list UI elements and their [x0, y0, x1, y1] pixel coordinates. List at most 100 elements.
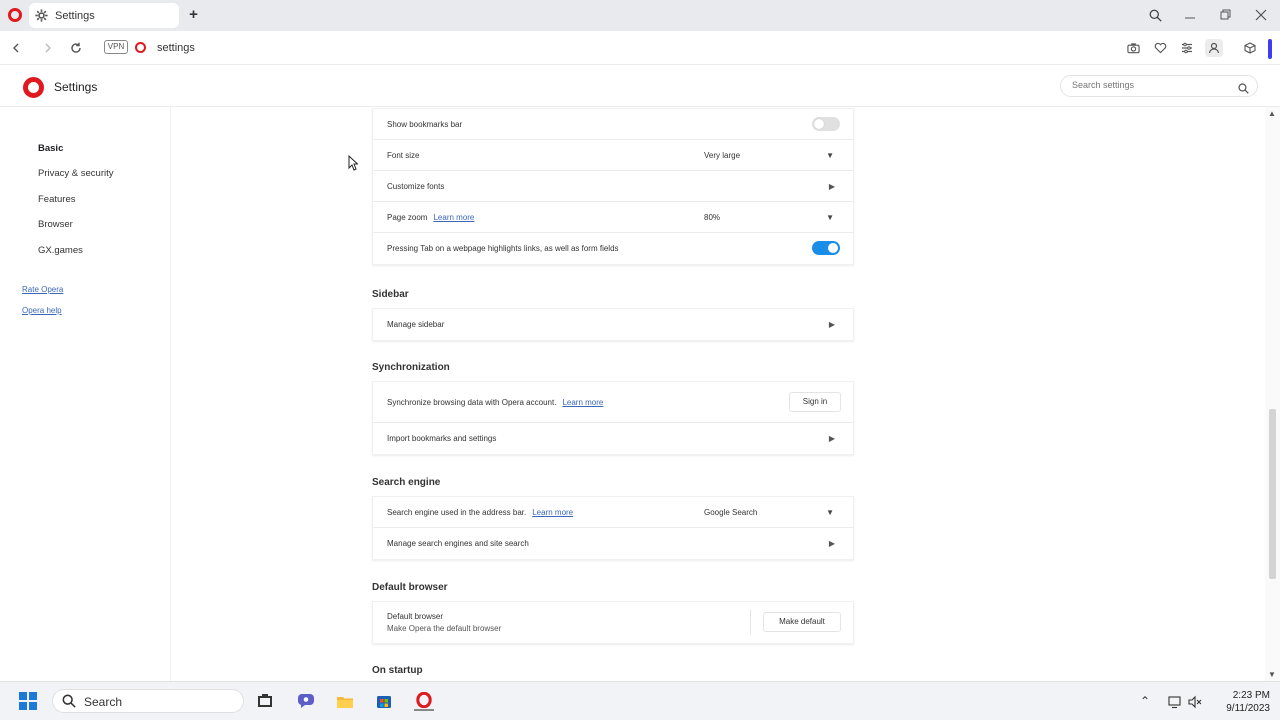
search-engine-value: Google Search — [704, 508, 758, 517]
network-icon[interactable] — [1165, 692, 1185, 712]
sidebar-accent-bar — [1268, 39, 1272, 59]
page-zoom-label: Page zoom — [387, 213, 428, 222]
sidebar-item-privacy-security[interactable]: Privacy & security — [38, 168, 114, 179]
page-zoom-learn-more-link[interactable]: Learn more — [433, 213, 474, 222]
chevron-right-icon: ▶ — [828, 539, 835, 548]
task-view-icon[interactable] — [255, 691, 275, 711]
scrollbar-thumb[interactable] — [1269, 409, 1276, 579]
search-engine-label-wrap: Search engine used in the address bar. Le… — [387, 508, 573, 517]
heart-icon[interactable] — [1152, 40, 1168, 56]
page-zoom-select[interactable]: 80% ▼ — [698, 209, 838, 226]
rate-opera-link[interactable]: Rate Opera — [22, 285, 63, 294]
extensions-cube-icon[interactable] — [1242, 40, 1258, 56]
page-title: Settings — [54, 80, 98, 94]
chevron-down-icon: ▼ — [826, 151, 834, 160]
settings-sidebar: Basic Privacy & security Features Browse… — [0, 107, 171, 682]
tab-search-icon[interactable] — [1145, 6, 1165, 24]
search-icon — [62, 694, 76, 713]
scroll-down-icon[interactable]: ▼ — [1268, 670, 1276, 679]
customize-fonts-label: Customize fonts — [387, 182, 445, 191]
chevron-down-icon: ▼ — [826, 508, 834, 517]
minimize-icon[interactable] — [1180, 6, 1200, 24]
customize-fonts-row[interactable]: Customize fonts ▶ — [373, 171, 853, 202]
search-engine-learn-more-link[interactable]: Learn more — [532, 508, 573, 517]
mouse-cursor-icon — [348, 154, 359, 176]
search-engine-section-title: Search engine — [372, 477, 441, 488]
volume-muted-icon[interactable] — [1185, 692, 1205, 712]
chevron-right-icon: ▶ — [828, 320, 835, 329]
show-bookmarks-bar-label: Show bookmarks bar — [387, 120, 463, 129]
windows-taskbar: Search ⌃ 2:23 PM 9/11/2023 — [0, 681, 1280, 720]
back-icon[interactable] — [8, 40, 24, 56]
sidebar-item-basic[interactable]: Basic — [38, 143, 63, 154]
make-default-button[interactable]: Make default — [763, 612, 841, 632]
profile-icon[interactable] — [1205, 39, 1223, 57]
close-icon[interactable] — [1251, 6, 1271, 24]
opera-logo-icon — [23, 77, 44, 98]
reload-icon[interactable] — [68, 40, 84, 56]
manage-sidebar-label: Manage sidebar — [387, 320, 445, 329]
taskbar-search-label: Search — [84, 695, 123, 709]
sidebar-section-title: Sidebar — [372, 289, 409, 300]
chevron-down-icon: ▼ — [826, 213, 834, 222]
chat-icon[interactable] — [296, 691, 316, 711]
default-browser-section-title: Default browser — [372, 582, 448, 593]
font-size-select[interactable]: Very large ▼ — [698, 147, 838, 164]
tab-strip: Settings + — [0, 0, 1280, 31]
sidebar-item-browser[interactable]: Browser — [38, 219, 73, 230]
opera-help-link[interactable]: Opera help — [22, 306, 62, 315]
search-engine-card: Search engine used in the address bar. Le… — [372, 496, 854, 560]
opera-menu-icon[interactable] — [8, 8, 22, 22]
page-scrollbar[interactable]: ▲ ▼ — [1265, 107, 1280, 682]
opera-taskbar-icon[interactable] — [414, 691, 434, 711]
taskbar-clock[interactable]: 2:23 PM 9/11/2023 — [1210, 689, 1270, 715]
url-text[interactable]: settings — [157, 42, 195, 54]
sync-label-wrap: Synchronize browsing data with Opera acc… — [387, 398, 603, 407]
sidebar-item-features[interactable]: Features — [38, 194, 76, 205]
font-size-value: Very large — [704, 151, 741, 160]
clock-date: 9/11/2023 — [1226, 703, 1270, 714]
windows-start-icon[interactable] — [19, 692, 37, 710]
sync-learn-more-link[interactable]: Learn more — [562, 398, 603, 407]
sidebar-item-gx-games[interactable]: GX.games — [38, 245, 83, 256]
sign-in-button[interactable]: Sign in — [789, 392, 841, 412]
clock-time: 2:23 PM — [1232, 690, 1270, 701]
default-browser-row-subtitle: Make Opera the default browser — [387, 624, 502, 633]
settings-search-box[interactable] — [1060, 75, 1258, 97]
tab-highlight-row[interactable]: Pressing Tab on a webpage highlights lin… — [373, 233, 853, 264]
divider — [750, 610, 751, 634]
show-bookmarks-bar-toggle[interactable] — [812, 117, 840, 131]
manage-search-engines-row[interactable]: Manage search engines and site search ▶ — [373, 528, 853, 559]
easy-setup-icon[interactable] — [1179, 40, 1195, 56]
import-bookmarks-row[interactable]: Import bookmarks and settings ▶ — [373, 423, 853, 454]
taskbar-search[interactable]: Search — [52, 689, 244, 713]
search-engine-label: Search engine used in the address bar. — [387, 508, 527, 517]
font-size-label: Font size — [387, 151, 420, 160]
default-browser-row: Default browser Make Opera the default b… — [373, 602, 853, 643]
sync-row: Synchronize browsing data with Opera acc… — [373, 382, 853, 423]
search-icon[interactable] — [1238, 81, 1249, 99]
search-engine-select[interactable]: Google Search ▼ — [698, 504, 838, 521]
import-bookmarks-label: Import bookmarks and settings — [387, 434, 497, 443]
tab-highlight-toggle[interactable] — [812, 241, 840, 255]
forward-icon[interactable] — [40, 40, 56, 56]
chevron-right-icon: ▶ — [828, 434, 835, 443]
chevron-right-icon: ▶ — [828, 182, 835, 191]
show-bookmarks-bar-row[interactable]: Show bookmarks bar — [373, 109, 853, 140]
file-explorer-icon[interactable] — [335, 691, 355, 711]
store-icon[interactable] — [374, 691, 394, 711]
restore-icon[interactable] — [1216, 6, 1236, 24]
camera-icon[interactable] — [1125, 40, 1141, 56]
search-engine-row: Search engine used in the address bar. Le… — [373, 497, 853, 528]
scroll-up-icon[interactable]: ▲ — [1268, 109, 1276, 118]
vpn-badge[interactable]: VPN — [104, 40, 128, 54]
default-browser-row-title: Default browser — [387, 612, 444, 621]
new-tab-button[interactable]: + — [186, 7, 201, 22]
manage-sidebar-row[interactable]: Manage sidebar ▶ — [373, 309, 853, 340]
sync-label: Synchronize browsing data with Opera acc… — [387, 398, 557, 407]
sync-card: Synchronize browsing data with Opera acc… — [372, 381, 854, 455]
search-input[interactable] — [1072, 80, 1232, 90]
appearance-card: Show bookmarks bar Font size Very large … — [372, 108, 854, 265]
tab-settings[interactable]: Settings — [29, 3, 179, 28]
chevron-up-icon[interactable]: ⌃ — [1140, 694, 1150, 708]
